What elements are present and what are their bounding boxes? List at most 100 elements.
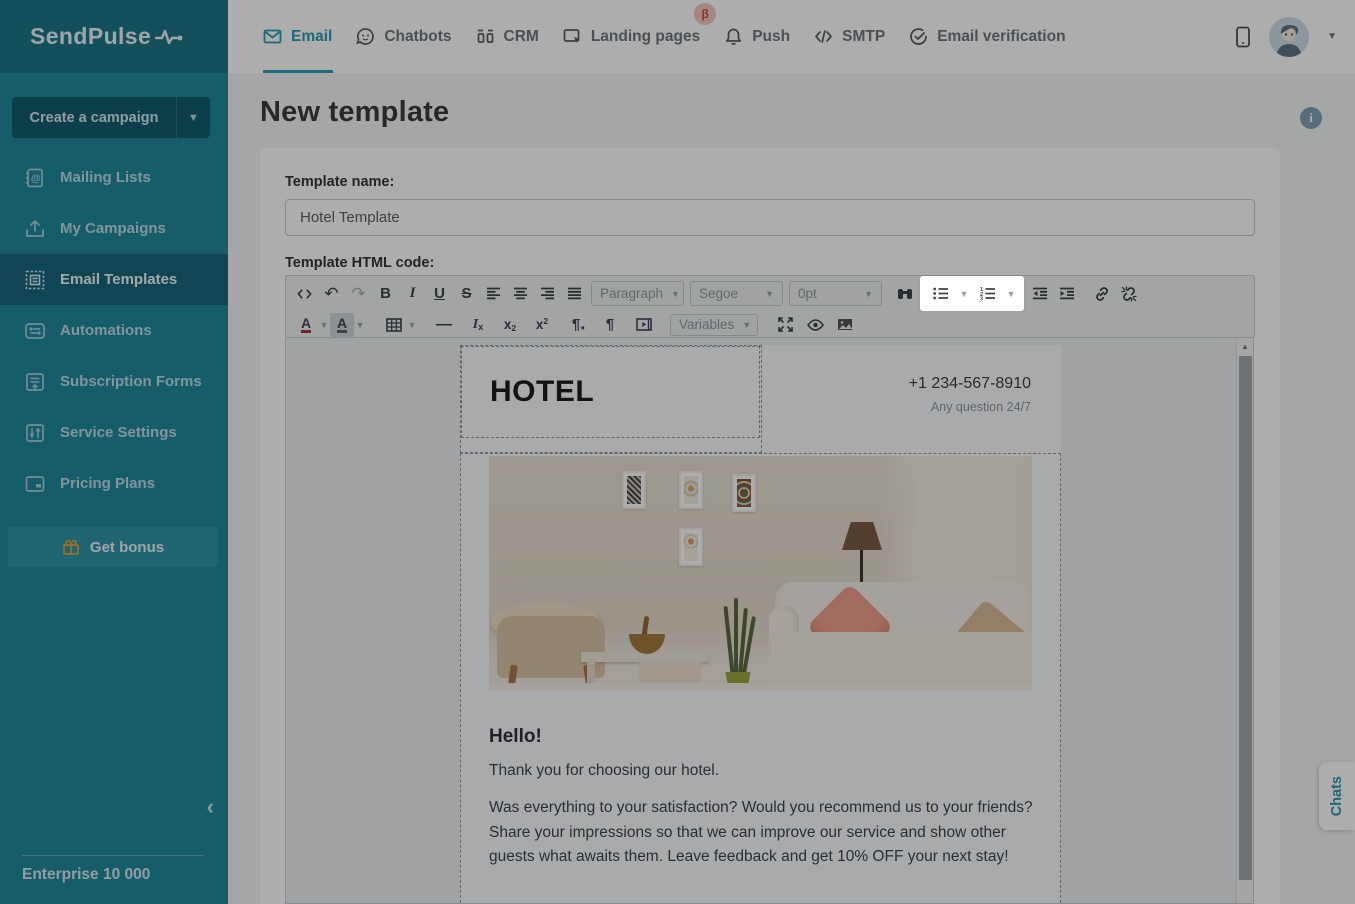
clear-format-button[interactable]: Ix [466, 313, 490, 337]
link-icon [1094, 286, 1110, 302]
email-paragraph-1[interactable]: Thank you for choosing our hotel. [489, 762, 719, 780]
insert-video-button[interactable] [632, 313, 656, 337]
tab-label: Landing pages [591, 28, 700, 46]
subscript-button[interactable]: x2 [498, 313, 522, 337]
user-avatar[interactable] [1269, 17, 1309, 57]
email-logo-cell[interactable]: HOTEL [461, 346, 760, 438]
sidebar-item-subscription-forms[interactable]: Subscription Forms [0, 356, 228, 407]
sidebar-collapse-icon[interactable]: ‹ [207, 796, 214, 818]
paragraph-icon: ¶ [606, 316, 614, 333]
horizontal-rule-button[interactable]: — [432, 313, 456, 337]
insert-table-button[interactable] [382, 313, 406, 337]
create-campaign-caret[interactable]: ▼ [176, 97, 210, 138]
tab-crm[interactable]: CRM [476, 27, 539, 46]
email-greeting[interactable]: Hello! [489, 726, 542, 748]
unordered-list-button[interactable] [927, 280, 954, 307]
editor-scrollbar[interactable]: ▲ [1236, 338, 1253, 904]
create-campaign-button[interactable]: Create a campaign ▼ [12, 97, 210, 138]
wysiwyg-canvas[interactable]: HOTEL +1 234-567-8910 Any question 24/7 [285, 338, 1254, 904]
code-view-button[interactable] [291, 280, 318, 307]
sendpulse-logo[interactable]: SendPulse [30, 23, 185, 50]
sidebar-item-pricing-plans[interactable]: Pricing Plans [0, 458, 228, 509]
info-icon[interactable]: i [1300, 107, 1322, 129]
sidebar-item-service-settings[interactable]: Service Settings [0, 407, 228, 458]
align-center-icon [513, 287, 528, 300]
bold-button[interactable]: B [372, 280, 399, 307]
tab-push[interactable]: Push [724, 27, 790, 46]
sidebar-item-mailing-lists[interactable]: @ Mailing Lists [0, 152, 228, 203]
font-color-button[interactable]: A [294, 313, 318, 337]
image-icon [837, 318, 853, 331]
table-caret[interactable]: ▼ [406, 320, 418, 330]
video-icon [636, 318, 652, 331]
redo-button[interactable]: ↷ [345, 280, 372, 307]
background-color-caret[interactable]: ▼ [354, 320, 366, 330]
ordered-list-caret[interactable]: ▼ [1005, 289, 1017, 299]
template-editor-panel: Template name: Template HTML code: ↶ ↷ B… [260, 148, 1280, 904]
sidebar-item-email-templates[interactable]: Email Templates [0, 254, 228, 305]
tab-email[interactable]: Email [263, 27, 332, 46]
sidebar-item-label: Pricing Plans [60, 475, 155, 492]
scrollbar-thumb[interactable] [1239, 356, 1252, 880]
unordered-list-caret[interactable]: ▼ [958, 289, 970, 299]
account-caret-icon[interactable]: ▼ [1327, 31, 1337, 42]
outdent-button[interactable] [1026, 280, 1053, 307]
phone-number[interactable]: +1 234-567-8910 [762, 375, 1031, 393]
superscript-button[interactable]: x2 [530, 313, 554, 337]
find-replace-button[interactable] [891, 280, 918, 307]
chats-tab[interactable]: Chats [1319, 762, 1355, 830]
tab-email-verification[interactable]: Email verification [909, 27, 1065, 46]
strikethrough-icon: S [461, 285, 471, 302]
undo-button[interactable]: ↶ [318, 280, 345, 307]
tab-landing-pages[interactable]: Landing pages β [563, 27, 700, 46]
create-campaign-label: Create a campaign [12, 110, 176, 126]
get-bonus-button[interactable]: Get bonus [8, 527, 218, 567]
indent-button[interactable] [1053, 280, 1080, 307]
tab-label: Email verification [937, 28, 1065, 46]
fullscreen-button[interactable] [773, 313, 797, 337]
scrollbar-up-arrow[interactable]: ▲ [1237, 338, 1253, 355]
align-center-button[interactable] [507, 280, 534, 307]
font-color-caret[interactable]: ▼ [318, 320, 330, 330]
preview-eye-icon [807, 319, 824, 331]
paragraph-ltr-button[interactable]: ¶◂ [566, 313, 590, 337]
italic-button[interactable]: I [399, 280, 426, 307]
phone-caption[interactable]: Any question 24/7 [762, 400, 1031, 414]
hotel-logo-text[interactable]: HOTEL [490, 375, 594, 409]
email-main-cell[interactable]: Hello! Thank you for choosing our hotel.… [460, 453, 1061, 904]
email-contact-cell[interactable]: +1 234-567-8910 Any question 24/7 [761, 345, 1061, 453]
variables-select[interactable]: Variables▼ [670, 314, 758, 336]
background-color-button[interactable]: A [330, 313, 354, 337]
template-name-input[interactable] [285, 199, 1255, 236]
svg-text:@: @ [31, 173, 41, 184]
sidebar-divider [22, 855, 204, 856]
plan-label: Enterprise 10 000 [22, 866, 150, 884]
font-family-select[interactable]: Segoe▼ [690, 281, 783, 306]
justify-button[interactable] [561, 280, 588, 307]
mobile-app-icon[interactable] [1235, 26, 1251, 48]
justify-icon [567, 287, 582, 300]
sidebar-item-automations[interactable]: Automations [0, 305, 228, 356]
ordered-list-button[interactable]: 123 [974, 280, 1001, 307]
tab-chatbots[interactable]: Chatbots [356, 27, 451, 46]
preview-button[interactable] [803, 313, 827, 337]
font-size-select[interactable]: 0pt▼ [789, 281, 882, 306]
beta-badge: β [694, 3, 716, 25]
paragraph-button[interactable]: ¶ [598, 313, 622, 337]
sidebar-item-my-campaigns[interactable]: My Campaigns [0, 203, 228, 254]
unlink-icon [1121, 286, 1137, 302]
align-right-button[interactable] [534, 280, 561, 307]
align-left-button[interactable] [480, 280, 507, 307]
tab-label: Push [752, 28, 790, 46]
insert-image-button[interactable] [833, 313, 857, 337]
bold-icon: B [380, 285, 391, 302]
email-verification-icon [909, 27, 928, 46]
insert-link-button[interactable] [1088, 280, 1115, 307]
remove-link-button[interactable] [1115, 280, 1142, 307]
paragraph-format-select[interactable]: Paragraph▼ [591, 281, 684, 306]
strikethrough-button[interactable]: S [453, 280, 480, 307]
service-settings-icon [24, 422, 46, 444]
underline-button[interactable]: U [426, 280, 453, 307]
tab-smtp[interactable]: SMTP [814, 27, 885, 46]
email-paragraph-2[interactable]: Was everything to your satisfaction? Wou… [489, 796, 1034, 870]
